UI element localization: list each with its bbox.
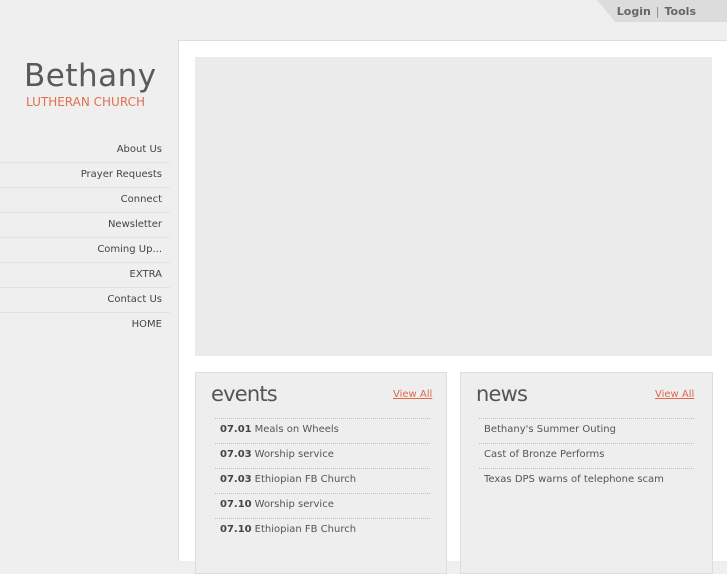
sidebar-nav: About Us Prayer Requests Connect Newslet… [0, 138, 170, 337]
events-title: events [211, 382, 278, 406]
sidebar-item-home[interactable]: HOME [0, 313, 170, 337]
news-title: news [476, 382, 528, 406]
sidebar-item-contact-us[interactable]: Contact Us [0, 288, 170, 313]
news-list: Bethany's Summer Outing Cast of Bronze P… [479, 418, 694, 493]
news-item[interactable]: Bethany's Summer Outing [479, 418, 694, 443]
event-item[interactable]: 07.03 Ethiopian FB Church [215, 468, 430, 493]
event-label: Worship service [254, 449, 334, 460]
account-tab: Login | Tools [597, 0, 727, 22]
event-item[interactable]: 07.01 Meals on Wheels [215, 418, 430, 443]
news-panel: news View All Bethany's Summer Outing Ca… [460, 372, 713, 574]
event-item[interactable]: 07.10 Worship service [215, 493, 430, 518]
events-view-all-link[interactable]: View All [393, 389, 432, 400]
sidebar-item-about-us[interactable]: About Us [0, 138, 170, 163]
event-label: Meals on Wheels [254, 424, 339, 435]
news-view-all-link[interactable]: View All [655, 389, 694, 400]
event-date: 07.03 [220, 474, 252, 485]
news-item[interactable]: Cast of Bronze Performs [479, 443, 694, 468]
event-label: Ethiopian FB Church [254, 474, 357, 485]
tools-link[interactable]: Tools [665, 5, 696, 18]
event-label: Ethiopian FB Church [254, 524, 357, 535]
sidebar-item-newsletter[interactable]: Newsletter [0, 213, 170, 238]
sidebar-item-extra[interactable]: EXTRA [0, 263, 170, 288]
event-item[interactable]: 07.10 Ethiopian FB Church [215, 518, 430, 543]
event-date: 07.10 [220, 524, 252, 535]
event-date: 07.10 [220, 499, 252, 510]
sidebar-item-prayer-requests[interactable]: Prayer Requests [0, 163, 170, 188]
events-list: 07.01 Meals on Wheels 07.03 Worship servic… [215, 418, 430, 543]
hero-banner [195, 57, 712, 356]
logo-subtitle: LUTHERAN CHURCH [26, 95, 145, 109]
event-label: Worship service [254, 499, 334, 510]
topbar-separator: | [655, 4, 660, 18]
sidebar-item-connect[interactable]: Connect [0, 188, 170, 213]
event-item[interactable]: 07.03 Worship service [215, 443, 430, 468]
login-link[interactable]: Login [617, 5, 651, 18]
events-panel: events View All 07.01 Meals on Wheels 07.… [195, 372, 447, 574]
site-logo[interactable]: Bethany LUTHERAN CHURCH [24, 58, 184, 110]
logo-name: Bethany [24, 58, 157, 94]
event-date: 07.01 [220, 424, 252, 435]
event-date: 07.03 [220, 449, 252, 460]
news-item[interactable]: Texas DPS warns of telephone scam [479, 468, 694, 493]
sidebar-item-coming-up[interactable]: Coming Up... [0, 238, 170, 263]
